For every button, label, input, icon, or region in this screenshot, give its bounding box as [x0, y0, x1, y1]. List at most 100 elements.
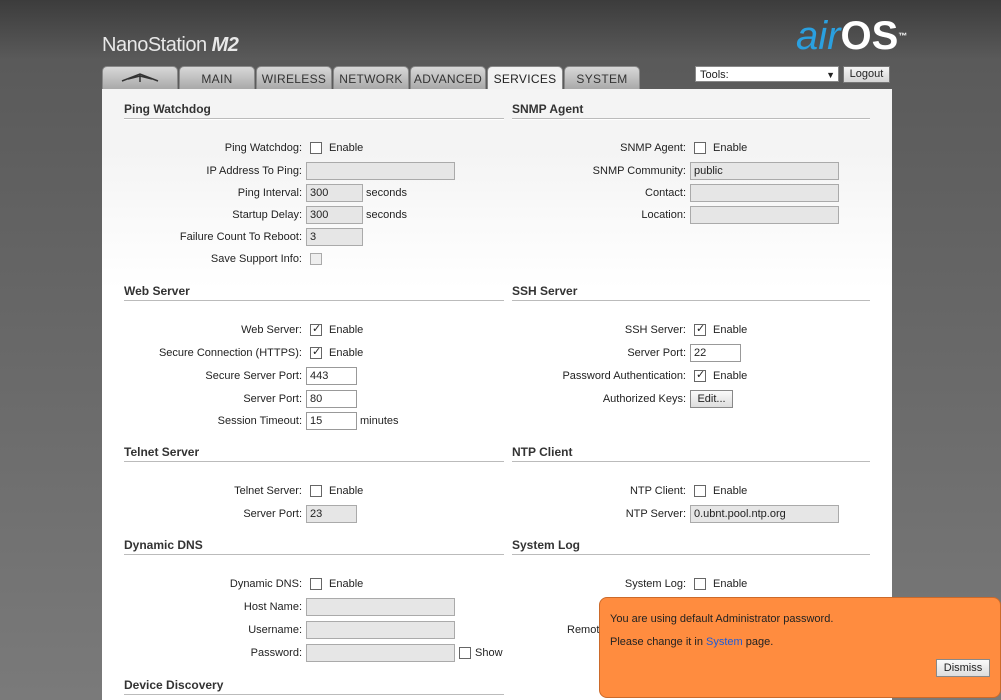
warning-line-2-prefix: Please change it in — [610, 636, 707, 648]
section-title-syslog: System Log — [512, 538, 581, 552]
ddns-password-label: Password: — [250, 647, 302, 659]
ddns-username-label: Username: — [248, 624, 302, 636]
tab-services[interactable]: SERVICES — [487, 66, 563, 90]
product-name: NanoStation M2 — [102, 34, 239, 57]
tab-network[interactable]: NETWORK — [333, 66, 409, 89]
telnet-port-label: Server Port: — [243, 508, 302, 520]
failure-count-input[interactable]: 3 — [306, 228, 363, 246]
ping-interval-label: Ping Interval: — [237, 187, 302, 199]
ddns-label: Dynamic DNS: — [229, 578, 302, 590]
tab-system[interactable]: SYSTEM — [564, 66, 640, 89]
authorized-keys-edit-button[interactable]: Edit... — [690, 390, 733, 408]
telnet-server-checkbox[interactable] — [310, 485, 322, 497]
snmp-agent-checkbox[interactable] — [694, 142, 706, 154]
ping-watchdog-label: Ping Watchdog: — [224, 142, 302, 154]
default-password-warning: You are using default Administrator pass… — [599, 597, 1001, 698]
section-title-ssh: SSH Server — [512, 284, 578, 298]
snmp-location-input[interactable] — [690, 206, 839, 224]
divider — [124, 118, 504, 120]
ssh-port-input[interactable]: 22 — [690, 344, 741, 362]
snmp-contact-input[interactable] — [690, 184, 839, 202]
section-title-ddns: Dynamic DNS — [124, 538, 203, 552]
session-timeout-input[interactable]: 15 — [306, 412, 357, 430]
logo-air: air — [796, 14, 841, 58]
logo-os: OS — [840, 14, 899, 58]
ip-to-ping-label: IP Address To Ping: — [206, 165, 302, 177]
ping-interval-unit: seconds — [366, 187, 407, 199]
ping-interval-input[interactable]: 300 — [306, 184, 363, 202]
ddns-host-label: Host Name: — [243, 601, 302, 613]
warning-line-2-suffix: page. — [742, 636, 774, 648]
telnet-enable-text: Enable — [329, 485, 364, 497]
tab-home[interactable] — [102, 66, 178, 89]
web-port-input[interactable]: 80 — [306, 390, 357, 408]
dismiss-button[interactable]: Dismiss — [936, 659, 990, 677]
product-model: M2 — [211, 34, 239, 56]
section-title-ping-watchdog: Ping Watchdog — [124, 102, 211, 116]
web-port-label: Server Port: — [243, 393, 302, 405]
ddns-username-input[interactable] — [306, 621, 455, 639]
session-timeout-unit: minutes — [360, 415, 399, 427]
warning-line-1: You are using default Administrator pass… — [610, 613, 834, 625]
telnet-port-input[interactable]: 23 — [306, 505, 357, 523]
ntp-client-label: NTP Client: — [629, 485, 686, 497]
session-timeout-label: Session Timeout: — [217, 415, 302, 427]
ddns-checkbox[interactable] — [310, 578, 322, 590]
show-password-checkbox[interactable] — [459, 647, 471, 659]
startup-delay-unit: seconds — [366, 209, 407, 221]
tools-select[interactable]: Tools: ▼ — [695, 66, 839, 82]
remote-log-label: Remot — [567, 624, 600, 636]
ssh-server-checkbox[interactable] — [694, 322, 706, 336]
tools-selected: Tools: — [700, 69, 729, 81]
ssh-server-label: SSH Server: — [624, 324, 686, 336]
telnet-server-label: Telnet Server: — [234, 485, 302, 497]
ddns-password-input[interactable] — [306, 644, 455, 662]
ssh-enable-text: Enable — [713, 324, 748, 336]
ntp-enable-text: Enable — [713, 485, 748, 497]
tab-main[interactable]: MAIN — [179, 66, 255, 89]
startup-delay-input[interactable]: 300 — [306, 206, 363, 224]
ssh-port-label: Server Port: — [627, 347, 686, 359]
section-title-ntp: NTP Client — [512, 445, 573, 459]
logo-tm: ™ — [898, 31, 908, 41]
secure-port-input[interactable]: 443 — [306, 367, 357, 385]
syslog-checkbox[interactable] — [694, 578, 706, 590]
snmp-location-label: Location: — [641, 209, 686, 221]
save-support-info-label: Save Support Info: — [210, 253, 302, 265]
ping-watchdog-checkbox[interactable] — [310, 142, 322, 154]
snmp-enable-text: Enable — [713, 142, 748, 154]
ubiquiti-logo-icon — [120, 67, 160, 91]
divider — [124, 694, 504, 696]
https-checkbox[interactable] — [310, 345, 322, 359]
product-name-text: NanoStation — [102, 34, 207, 56]
divider — [124, 554, 504, 556]
web-server-enable-text: Enable — [329, 324, 364, 336]
snmp-contact-label: Contact: — [645, 187, 686, 199]
syslog-enable-text: Enable — [713, 578, 748, 590]
password-auth-checkbox[interactable] — [694, 368, 706, 382]
password-auth-enable-text: Enable — [713, 370, 748, 382]
logout-button[interactable]: Logout — [843, 66, 890, 83]
authorized-keys-label: Authorized Keys: — [602, 393, 686, 405]
section-title-discovery: Device Discovery — [124, 678, 224, 692]
ddns-enable-text: Enable — [329, 578, 364, 590]
snmp-agent-label: SNMP Agent: — [620, 142, 686, 154]
ntp-client-checkbox[interactable] — [694, 485, 706, 497]
tab-advanced[interactable]: ADVANCED — [410, 66, 486, 89]
section-title-web-server: Web Server — [124, 284, 190, 298]
divider — [512, 554, 870, 556]
snmp-community-label: SNMP Community: — [592, 165, 686, 177]
snmp-community-input[interactable]: public — [690, 162, 839, 180]
web-server-checkbox[interactable] — [310, 322, 322, 336]
section-title-snmp: SNMP Agent — [512, 102, 584, 116]
warning-line-2: Please change it in System page. — [610, 636, 773, 648]
ntp-server-input[interactable]: 0.ubnt.pool.ntp.org — [690, 505, 839, 523]
system-page-link[interactable]: System — [706, 636, 743, 648]
divider — [512, 118, 870, 120]
secure-port-label: Secure Server Port: — [205, 370, 302, 382]
divider — [512, 300, 870, 302]
tab-wireless[interactable]: WIRELESS — [256, 66, 332, 89]
ddns-host-input[interactable] — [306, 598, 455, 616]
save-support-info-checkbox[interactable] — [310, 253, 322, 265]
web-server-label: Web Server: — [241, 324, 302, 336]
